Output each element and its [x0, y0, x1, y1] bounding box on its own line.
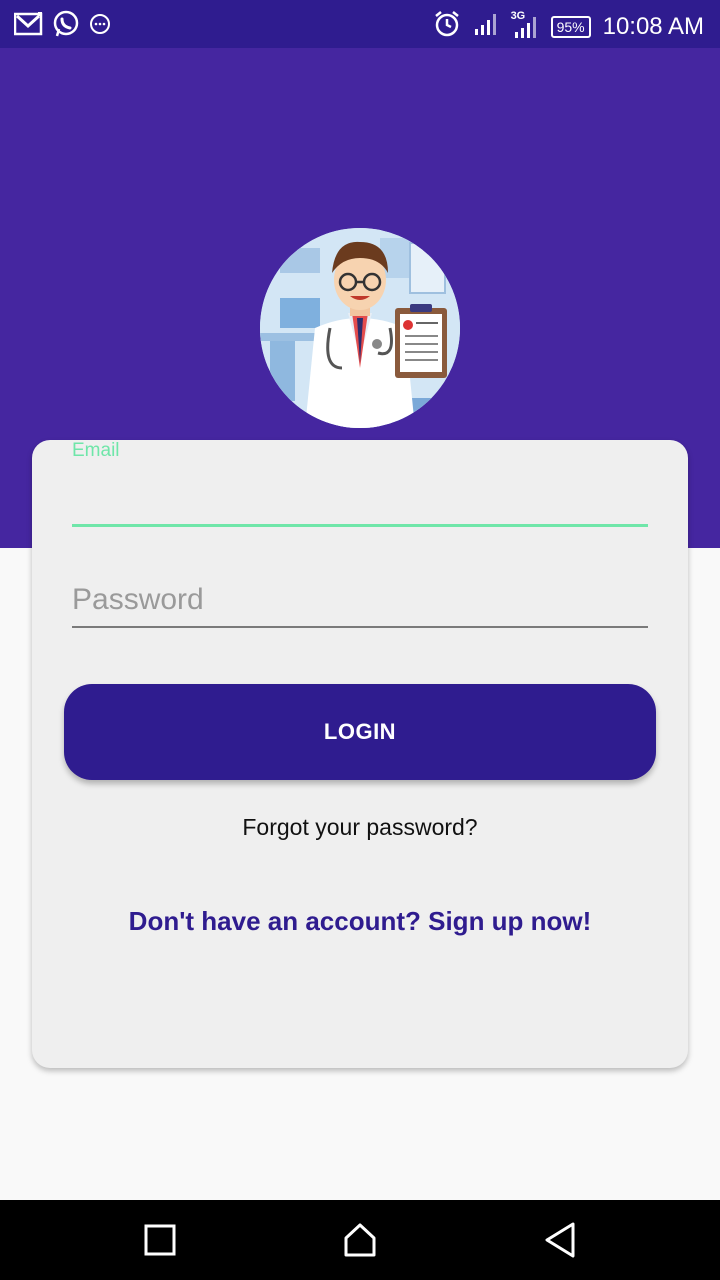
forgot-password-link[interactable]: Forgot your password? — [32, 814, 688, 841]
login-card: Email LOGIN Forgot your password? Don't … — [32, 440, 688, 1068]
status-left-icons — [13, 10, 112, 43]
signup-link[interactable]: Don't have an account? Sign up now! — [32, 906, 688, 937]
whatsapp-icon — [52, 10, 80, 43]
battery-indicator: 95% — [550, 15, 591, 38]
3g-signal-icon: 3G — [511, 10, 539, 40]
gmail-icon — [13, 10, 44, 43]
chat-bubble-icon — [88, 12, 112, 41]
status-bar: 3G 95% 10:08 AM — [0, 0, 720, 48]
back-icon[interactable] — [540, 1220, 580, 1260]
home-icon[interactable] — [340, 1220, 380, 1260]
doctor-avatar-icon — [260, 228, 460, 428]
password-field[interactable] — [72, 574, 648, 628]
status-time: 10:08 AM — [602, 12, 704, 40]
navigation-bar — [0, 1200, 720, 1280]
alarm-icon — [433, 10, 461, 43]
status-right-icons: 3G 95% 10:08 AM — [433, 10, 704, 43]
login-button[interactable]: LOGIN — [64, 684, 656, 780]
recents-icon[interactable] — [140, 1220, 180, 1260]
signal-icon — [473, 11, 499, 42]
email-label: Email — [72, 440, 120, 461]
email-field[interactable] — [72, 470, 648, 527]
